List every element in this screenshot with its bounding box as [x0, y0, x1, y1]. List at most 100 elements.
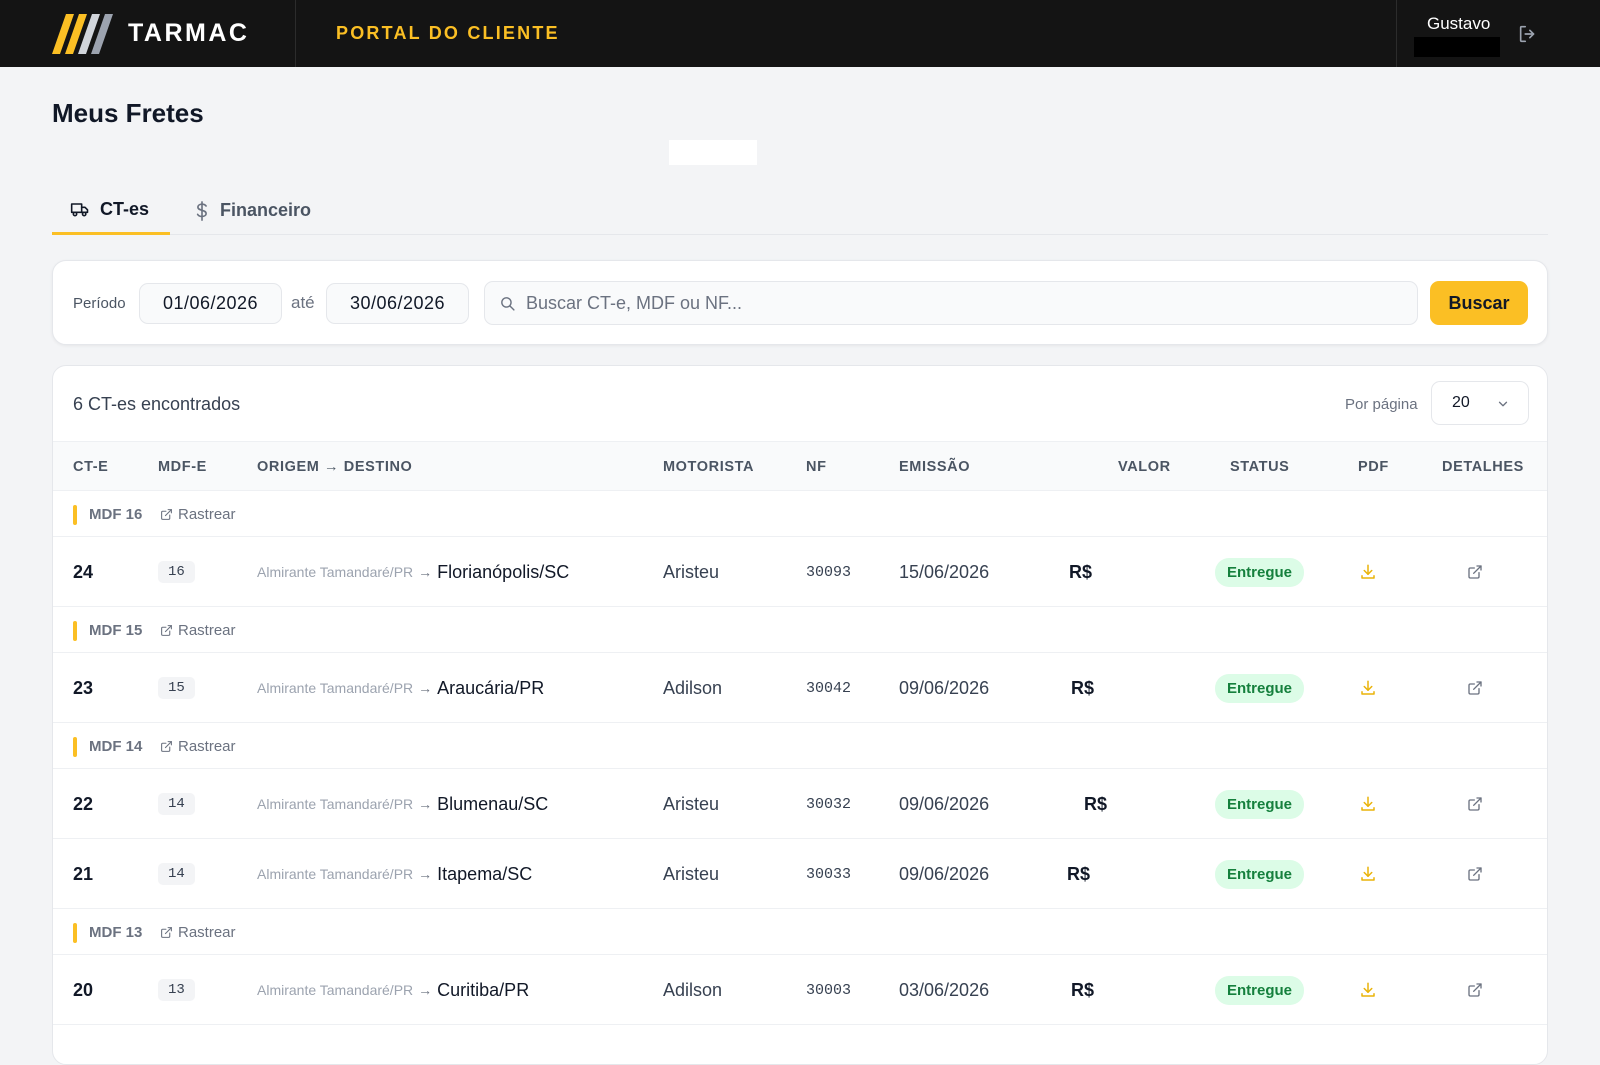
external-link-icon: [1468, 681, 1482, 695]
mdf-cell: 16: [158, 537, 195, 607]
emission-date: 09/06/2026: [899, 863, 990, 884]
group-label: MDF 15: [89, 622, 143, 639]
mdf-cell: 13: [158, 955, 195, 1025]
user-name: Gustavo: [1427, 14, 1491, 33]
mdf-cell: 15: [158, 653, 195, 723]
results-card: 6 CT-es encontrados Por página 20 CT-E M…: [52, 365, 1548, 1065]
mdf-cell: 14: [158, 769, 195, 839]
mdf-badge: 14: [158, 793, 195, 815]
freight-value: R$: [1067, 863, 1091, 884]
nf-number: 30033: [806, 865, 852, 883]
cte-number: 20: [73, 979, 94, 1000]
mdf-badge: 16: [158, 561, 195, 583]
details-button[interactable]: [1467, 653, 1483, 723]
search-icon: [501, 296, 515, 311]
table-row[interactable]: 20 13 Almirante Tamandaré/PR → Curitiba/PR…: [53, 955, 1547, 1025]
search-box[interactable]: [484, 281, 1418, 325]
tab-financeiro[interactable]: Financeiro: [194, 186, 311, 235]
route-cell: Almirante Tamandaré/PR → Itapema/SC: [257, 839, 532, 909]
freight-value: R$: [1071, 677, 1095, 698]
logo[interactable]: TARMAC: [0, 0, 296, 67]
dollar-icon: [196, 200, 207, 221]
logo-text: TARMAC: [128, 19, 250, 47]
cte-number: 21: [73, 863, 94, 884]
track-link[interactable]: Rastrear: [160, 738, 236, 755]
col-mdfe: MDF-E: [158, 459, 207, 475]
external-link-icon: [161, 741, 172, 752]
cte-number: 23: [73, 677, 94, 698]
download-icon: [1361, 564, 1375, 579]
tabs: CT-es Financeiro: [52, 186, 1548, 235]
top-bar: TARMAC PORTAL DO CLIENTE Gustavo: [0, 0, 1600, 67]
pdf-download-button[interactable]: [1359, 769, 1377, 839]
col-driver: MOTORISTA: [663, 459, 755, 475]
group-label: MDF 13: [89, 924, 143, 941]
tab-ctes-label: CT-es: [100, 198, 150, 219]
logo-stripes-icon: [52, 13, 113, 54]
group-row: MDF 16 Rastrear: [53, 491, 1547, 537]
table-row[interactable]: 22 14 Almirante Tamandaré/PR → Blumenau/SC…: [53, 769, 1547, 839]
track-link[interactable]: Rastrear: [160, 506, 236, 523]
driver-name: Aristeu: [663, 561, 720, 582]
mdf-badge: 15: [158, 677, 195, 699]
details-button[interactable]: [1467, 955, 1483, 1025]
external-link-icon: [161, 509, 172, 520]
date-to-input[interactable]: 30/06/2026: [326, 283, 469, 324]
group-marker: [73, 621, 77, 641]
track-label: Rastrear: [178, 506, 236, 523]
search-input[interactable]: [526, 292, 1406, 314]
page-title: Meus Fretes: [52, 98, 204, 128]
route-origin: Almirante Tamandaré/PR: [257, 564, 414, 580]
col-details: DETALHES: [1442, 459, 1524, 475]
download-icon: [1361, 982, 1375, 997]
external-link-icon: [1468, 797, 1482, 811]
per-page-select[interactable]: 20: [1431, 381, 1529, 425]
pdf-download-button[interactable]: [1359, 537, 1377, 607]
per-page-label: Por página: [1345, 396, 1418, 413]
download-icon: [1361, 680, 1375, 695]
table-row[interactable]: 23 15 Almirante Tamandaré/PR → Araucária/P…: [53, 653, 1547, 723]
emission-date: 09/06/2026: [899, 677, 990, 698]
pdf-download-button[interactable]: [1359, 955, 1377, 1025]
table-row[interactable]: 24 16 Almirante Tamandaré/PR → Florianópol…: [53, 537, 1547, 607]
group-row: MDF 13 Rastrear: [53, 909, 1547, 955]
search-button[interactable]: Buscar: [1430, 281, 1528, 325]
tab-ctes[interactable]: CT-es: [52, 186, 170, 235]
arrow-right-icon: →: [418, 680, 433, 696]
status-badge: Entregue: [1215, 673, 1305, 703]
track-label: Rastrear: [178, 622, 236, 639]
group-marker: [73, 737, 77, 757]
status-cell: Entregue: [1215, 839, 1305, 909]
track-link[interactable]: Rastrear: [160, 924, 236, 941]
col-nf: NF: [806, 459, 827, 475]
download-icon: [1361, 796, 1375, 811]
details-button[interactable]: [1467, 769, 1483, 839]
col-status: STATUS: [1230, 459, 1290, 475]
pdf-download-button[interactable]: [1359, 839, 1377, 909]
track-label: Rastrear: [178, 924, 236, 941]
details-button[interactable]: [1467, 537, 1483, 607]
details-button[interactable]: [1467, 839, 1483, 909]
driver-name: Adilson: [663, 979, 723, 1000]
redacted-block: [1414, 37, 1500, 57]
route-origin: Almirante Tamandaré/PR: [257, 796, 414, 812]
arrow-right-icon: →: [418, 564, 433, 580]
user-area: Gustavo: [1396, 0, 1600, 67]
external-link-icon: [1468, 867, 1482, 881]
track-link[interactable]: Rastrear: [160, 622, 236, 639]
portal-title: PORTAL DO CLIENTE: [336, 23, 560, 43]
group-row: MDF 14 Rastrear: [53, 723, 1547, 769]
driver-name: Aristeu: [663, 793, 720, 814]
driver-name: Adilson: [663, 677, 723, 698]
nf-number: 30093: [806, 563, 852, 581]
blank-patch: [669, 140, 757, 165]
table-row[interactable]: 21 14 Almirante Tamandaré/PR → Itapema/SC …: [53, 839, 1547, 909]
route-origin: Almirante Tamandaré/PR: [257, 982, 414, 998]
per-page-value: 20: [1452, 394, 1470, 411]
logout-icon[interactable]: [1517, 23, 1539, 45]
route-destination: Blumenau/SC: [437, 793, 549, 814]
date-from-input[interactable]: 01/06/2026: [139, 283, 282, 324]
route-cell: Almirante Tamandaré/PR → Blumenau/SC: [257, 769, 548, 839]
pdf-download-button[interactable]: [1359, 653, 1377, 723]
group-row: MDF 15 Rastrear: [53, 607, 1547, 653]
